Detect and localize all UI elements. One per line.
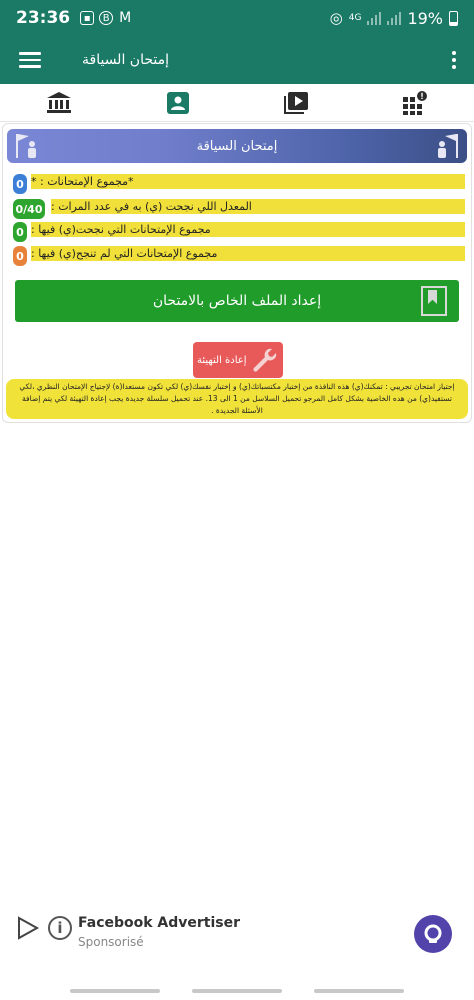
- nav-back-handle[interactable]: [314, 989, 404, 993]
- ad-title[interactable]: Facebook Advertiser: [78, 915, 240, 931]
- battery-icon: [449, 10, 458, 26]
- ad-avatar[interactable]: [414, 915, 452, 953]
- hotspot-icon: ◎: [329, 9, 343, 27]
- app-title: إمتحان السياقة: [82, 52, 169, 68]
- advertiser-logo-icon: [424, 924, 442, 943]
- banner-title: إمتحان السياقة: [196, 138, 278, 154]
- status-right: ◎ 4G 19%: [330, 9, 458, 28]
- stat-row-failed: 0 مجموع الإمتحانات التي لم تنجح(ي) فيها …: [9, 246, 467, 266]
- prepare-exam-button[interactable]: إعداد الملف الخاص بالامتحان: [15, 280, 459, 322]
- stat-badge-passed: 0: [13, 222, 27, 242]
- exam-banner: إمتحان السياقة: [7, 129, 467, 163]
- flag-person-icon: [16, 134, 36, 158]
- wrench-icon: [253, 348, 277, 372]
- tab-videos[interactable]: [237, 84, 356, 121]
- stat-row-total: 0 *مجموع الإمتحانات : *: [9, 174, 467, 194]
- stat-label-rate: المعدل اللي نجحت (ي) به في عدد المرات :: [51, 199, 465, 214]
- battery-percent: 19%: [407, 8, 443, 28]
- flag-person-icon-right: [438, 134, 458, 158]
- signal-2-icon: [387, 11, 402, 25]
- signal-icon: [367, 11, 382, 25]
- prepare-exam-label: إعداد الملف الخاص بالامتحان: [152, 293, 322, 309]
- menu-icon[interactable]: [0, 36, 60, 84]
- system-nav-bar: [0, 982, 474, 1000]
- stat-label-failed: مجموع الإمتحانات التي لم تنجح(ي) فيها :: [31, 246, 465, 261]
- stat-label-passed: مجموع الإمتحانات التي نجحت(ي) فيها :: [31, 222, 465, 237]
- stat-label-total: *مجموع الإمتحانات : *: [31, 174, 465, 189]
- tab-bar: [0, 84, 474, 122]
- ad-sponsored: Sponsorisé: [78, 935, 144, 949]
- ad-choices-icon[interactable]: [16, 915, 40, 941]
- reset-label: إعادة التهيئة: [197, 354, 247, 366]
- grid-alert-icon: [402, 90, 427, 115]
- status-bar: 23:36 ▪ B M ◎ 4G 19%: [0, 0, 474, 36]
- profile-card-icon: [166, 91, 189, 114]
- overflow-menu-icon[interactable]: [434, 36, 474, 84]
- main-card: إمتحان السياقة 0 *مجموع الإمتحانات : * 0…: [2, 123, 472, 423]
- reset-button[interactable]: إعادة التهيئة: [193, 342, 283, 378]
- bookmark-icon: [421, 286, 447, 316]
- tab-institutions[interactable]: [0, 84, 119, 121]
- info-note: إجتياز امتحان تجريبي : تمكنك(ي) هذه النا…: [6, 379, 468, 419]
- nav-recents-handle[interactable]: [70, 989, 160, 993]
- status-time: 23:36: [16, 8, 71, 28]
- network-type: 4G: [348, 13, 362, 23]
- app-bar: إمتحان السياقة: [0, 36, 474, 84]
- stat-row-rate: 0/40 المعدل اللي نجحت (ي) به في عدد المر…: [9, 199, 467, 219]
- tab-grid[interactable]: [356, 84, 474, 121]
- image-notification-icon: ▪: [80, 11, 95, 25]
- bank-icon: [47, 91, 72, 113]
- b-notification-icon: B: [99, 11, 114, 25]
- stat-badge-rate: 0/40: [13, 199, 45, 219]
- video-playlist-icon: [284, 91, 309, 114]
- nav-home-handle[interactable]: [192, 989, 282, 993]
- stat-row-passed: 0 مجموع الإمتحانات التي نجحت(ي) فيها :: [9, 222, 467, 242]
- info-icon[interactable]: i: [48, 916, 72, 940]
- tab-profile[interactable]: [119, 84, 238, 121]
- stat-badge-failed: 0: [13, 246, 27, 266]
- gmail-notification-icon: M: [119, 10, 132, 26]
- stat-badge-total: 0: [13, 174, 27, 194]
- ad-bar: i Facebook Advertiser Sponsorisé: [0, 905, 474, 965]
